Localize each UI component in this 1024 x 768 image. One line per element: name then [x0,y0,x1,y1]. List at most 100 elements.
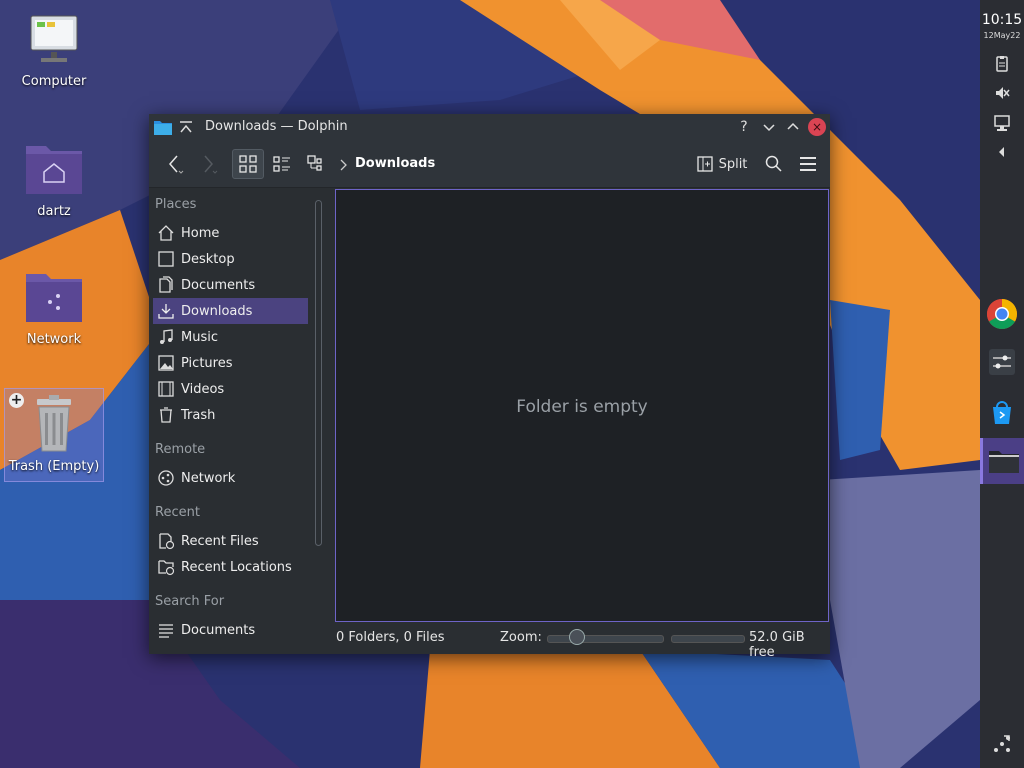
search-documents-icon [159,624,173,638]
window-title: Downloads — Dolphin [205,119,348,134]
place-recent-locations[interactable]: Recent Locations [153,554,308,580]
hamburger-menu-icon [800,157,816,171]
place-label: Recent Locations [181,559,292,575]
place-videos[interactable]: Videos [153,376,308,402]
taskbar-chrome[interactable] [980,292,1024,336]
place-label: Desktop [181,251,235,267]
details-view-icon [307,155,322,171]
add-icon[interactable]: + [9,393,24,408]
hamburger-menu-button[interactable] [793,149,823,179]
trash-icon [37,395,71,452]
split-button[interactable]: Split [693,149,751,179]
expand-tray-icon[interactable] [992,142,1012,162]
network-folder-icon [26,274,82,322]
section-places: Places [155,197,197,212]
network-wired-icon[interactable] [992,113,1012,133]
recent-locations-icon [158,560,175,576]
section-search-for: Search For [155,594,225,609]
back-arrow-icon [169,155,184,174]
settings-icon [989,349,1015,375]
place-downloads[interactable]: Downloads [153,298,308,324]
clock-time[interactable]: 10:15 [980,12,1024,28]
back-button[interactable] [159,149,189,179]
place-desktop[interactable]: Desktop [153,246,308,272]
desktop-icon-label: Network [26,332,82,347]
place-search-documents[interactable]: Documents [153,617,308,643]
maximize-button[interactable] [784,118,802,136]
zoom-label: Zoom: [500,630,542,645]
section-remote: Remote [155,442,206,457]
desktop-icon [158,251,174,267]
place-label: Trash [181,407,216,423]
forward-button[interactable] [193,149,223,179]
compact-view-button[interactable] [267,149,297,179]
window-titlebar[interactable]: Downloads — Dolphin ? × [149,114,830,141]
pictures-icon [158,355,174,371]
clock-date[interactable]: 12May22 [980,31,1024,40]
breadcrumb-chevron-icon [340,159,347,171]
places-scrollbar[interactable] [315,200,322,546]
application-launcher-icon[interactable] [990,732,1014,756]
clipboard-icon[interactable] [992,54,1012,74]
forward-arrow-icon [204,155,218,174]
place-home[interactable]: Home [153,220,308,246]
dolphin-folder-icon [988,451,1019,473]
place-network[interactable]: Network [153,465,308,491]
help-button[interactable]: ? [735,118,753,136]
place-documents[interactable]: Documents [153,272,308,298]
taskbar-settings[interactable] [980,340,1024,384]
place-music[interactable]: Music [153,324,308,350]
place-label: Recent Files [181,533,259,549]
place-recent-files[interactable]: Recent Files [153,528,308,554]
desktop-icon-computer[interactable]: Computer [4,14,104,89]
details-view-button[interactable] [301,149,331,179]
taskbar-discover[interactable] [980,390,1024,434]
free-space-label: 52.0 GiB free [749,630,805,660]
search-button[interactable] [759,149,789,179]
place-label: Videos [181,381,225,397]
minimize-button[interactable] [760,118,778,136]
computer-icon [30,15,78,62]
place-pictures[interactable]: Pictures [153,350,308,376]
discover-store-icon [993,401,1011,424]
trash-icon [160,407,172,423]
right-panel: 10:15 12May22 [980,0,1024,768]
place-label: Network [181,470,236,486]
toolbar: Downloads Split [149,141,830,188]
file-view[interactable]: Folder is empty [335,189,829,622]
documents-icon [159,276,173,293]
desktop-icon-network[interactable]: Network [4,268,104,347]
downloads-icon [158,304,174,319]
dolphin-window: Downloads — Dolphin ? × Downloads Split … [149,114,830,660]
recent-files-icon [159,533,175,550]
chrome-icon [986,299,1018,330]
place-trash[interactable]: Trash [153,402,308,428]
search-icon [765,155,782,172]
desktop-icon-label: dartz [37,204,71,219]
place-label: Home [181,225,220,241]
compact-view-icon [273,156,290,172]
place-label: Downloads [181,303,253,319]
zoom-slider-handle[interactable] [569,629,585,645]
place-label: Documents [181,622,256,638]
videos-icon [158,381,174,397]
desktop-icon-label: Trash (Empty) [8,459,100,474]
music-icon [160,329,173,344]
keep-above-icon[interactable] [179,121,193,135]
desktop-icon-trash[interactable]: + Trash (Empty) [4,388,104,482]
desktop-icon-home-folder[interactable]: dartz [4,140,104,219]
empty-folder-message: Folder is empty [516,397,648,417]
network-icon [158,470,174,486]
home-folder-icon [26,146,82,194]
icons-view-button[interactable] [232,149,264,179]
taskbar-dolphin[interactable] [980,438,1024,484]
close-button[interactable]: × [808,118,826,136]
status-summary: 0 Folders, 0 Files [336,630,445,645]
volume-muted-icon[interactable] [992,83,1012,103]
split-label: Split [718,156,748,172]
zoom-slider[interactable] [547,635,664,643]
breadcrumb-downloads[interactable]: Downloads [355,156,435,171]
place-label: Documents [181,277,256,293]
folder-app-icon [154,121,172,135]
places-panel: Places Home Desktop Documents Downloads … [149,188,311,654]
